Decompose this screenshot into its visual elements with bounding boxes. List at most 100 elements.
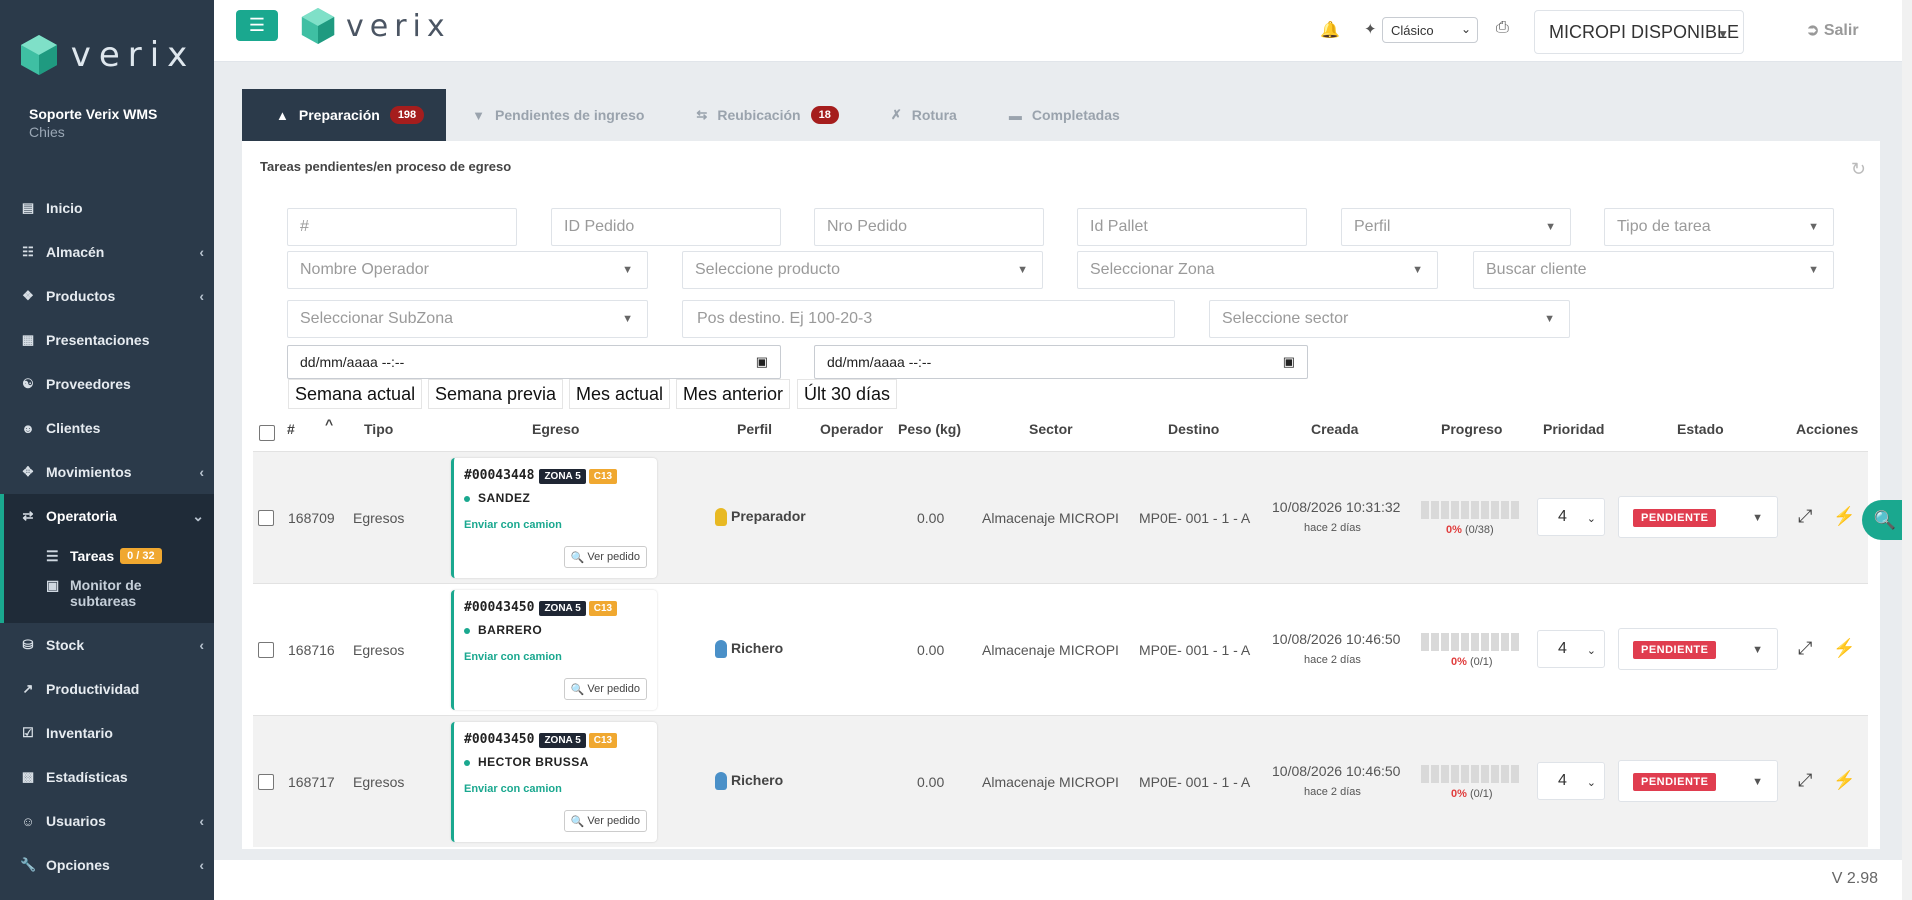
row-checkbox[interactable] [258,774,274,790]
chevron-down-icon: ⌄ [1586,645,1596,657]
theme-select[interactable]: Clásico ⌄ [1382,17,1478,43]
filter-id-pedido-input[interactable]: ID Pedido [551,208,781,246]
row-checkbox[interactable] [258,642,274,658]
table-row[interactable]: 168716 Egresos #00043450 ZONA 5 C13 BARRER… [253,583,1868,715]
filter-zona-select[interactable]: Seleccionar Zona ▼ [1077,251,1438,289]
filter-pos-destino-input[interactable]: Pos destino. Ej 100-20-3 [682,300,1175,338]
ver-pedido-button[interactable]: 🔍 Ver pedido [563,546,647,568]
select-all-checkbox[interactable] [259,425,275,441]
broken-link-icon[interactable]: ⚡ [1833,770,1855,791]
sidebar-submenu-operatoria: ☰ Tareas 0 / 32 ▣ Monitor de subtareas [0,538,214,623]
filter-tipo-tarea-select[interactable]: Tipo de tarea ▼ [1604,208,1834,246]
sidebar-item-stock[interactable]: ⛁ Stock ‹ [0,623,214,667]
table-row[interactable]: 168717 Egresos #00043450 ZONA 5 C13 HECTOR… [253,715,1868,847]
ver-pedido-button[interactable]: 🔍 Ver pedido [563,678,647,700]
tab-pendientes-ingreso[interactable]: ▼ Pendientes de ingreso [446,89,670,141]
col-header-prioridad[interactable]: Prioridad [1543,421,1604,437]
filter-producto-select[interactable]: Seleccione producto ▼ [682,251,1043,289]
col-header-egreso[interactable]: Egreso [532,421,579,437]
sidebar-item-proveedores[interactable]: ☯ Proveedores [0,362,214,406]
calendar-icon[interactable]: ▣ [1283,354,1295,370]
col-header-progreso[interactable]: Progreso [1441,421,1502,437]
quick-semana-actual-button[interactable]: Semana actual [288,379,423,409]
col-header-sector[interactable]: Sector [1029,421,1073,437]
filter-sector-select[interactable]: Seleccione sector ▼ [1209,300,1570,338]
tab-reubicacion[interactable]: ⇆ Reubicación 18 [670,89,864,141]
bell-icon[interactable]: 🔔 [1320,20,1340,40]
broken-link-icon[interactable]: ⚡ [1833,638,1855,659]
row-peso: 0.00 [917,774,945,790]
filter-subzona-select[interactable]: Seleccionar SubZona ▼ [287,300,648,338]
filter-hash-input[interactable]: # [287,208,517,246]
top-logo[interactable]: verix [300,6,451,46]
row-peso: 0.00 [917,510,945,526]
sidebar-item-movimientos[interactable]: ✥ Movimientos ‹ [0,450,214,494]
priority-select[interactable]: 4 ⌄ [1537,630,1605,668]
expand-icon[interactable]: ⤢ [1798,638,1812,659]
col-header-id[interactable]: # [287,421,295,437]
col-header-perfil[interactable]: Perfil [737,421,772,437]
logout-button[interactable]: ➲ Salir [1806,20,1859,40]
estado-select[interactable]: PENDIENTE ▼ [1618,496,1778,538]
tab-completadas[interactable]: ▬ Completadas [983,89,1146,141]
placeholder: Nombre Operador [300,261,429,278]
client-name: HECTOR BRUSSA [478,755,589,769]
sidebar-item-productos[interactable]: ❖ Productos ‹ [0,274,214,318]
filter-id-pallet-input[interactable]: Id Pallet [1077,208,1307,246]
col-header-peso[interactable]: Peso (kg) [898,421,961,437]
progress-percent: 0% [1446,524,1462,536]
col-header-creada[interactable]: Creada [1311,421,1358,437]
refresh-icon[interactable]: ↻ [1851,159,1866,180]
user-info: Soporte Verix WMS Chies [0,106,214,140]
sidebar-item-operatoria[interactable]: ⇄ Operatoria ⌄ [0,494,214,538]
col-header-operador[interactable]: Operador [820,421,883,437]
warehouse-select[interactable]: MICROPI DISPONIBLE ▼ [1534,10,1744,54]
caret-down-icon: ▼ [1545,221,1556,233]
page-scrollbar[interactable] [1902,0,1912,900]
sidebar-item-clientes[interactable]: ☻ Clientes [0,406,214,450]
quick-mes-actual-button[interactable]: Mes actual [569,379,671,409]
sidebar-subitem-tareas[interactable]: ☰ Tareas 0 / 32 [4,542,214,571]
expand-icon[interactable]: ⤢ [1798,506,1812,527]
printer-icon[interactable]: ⎙ [1496,19,1509,37]
sidebar-item-inicio[interactable]: ▤ Inicio [0,186,214,230]
tab-rotura[interactable]: ✗ Rotura [865,89,983,141]
sidebar-subitem-monitor[interactable]: ▣ Monitor de subtareas [4,571,214,615]
filter-cliente-select[interactable]: Buscar cliente ▼ [1473,251,1834,289]
filter-perfil-select[interactable]: Perfil ▼ [1341,208,1571,246]
placeholder: Tipo de tarea [1617,218,1711,235]
filter-date-from[interactable]: dd/mm/aaaa --:-- ▣ [287,345,781,379]
calendar-icon[interactable]: ▣ [756,354,768,370]
filter-operador-select[interactable]: Nombre Operador ▼ [287,251,648,289]
sidebar-item-opciones[interactable]: 🔧 Opciones ‹ [0,843,214,887]
priority-select[interactable]: 4 ⌄ [1537,762,1605,800]
sidebar-item-almacen[interactable]: ☷ Almacén ‹ [0,230,214,274]
sidebar-item-usuarios[interactable]: ☺ Usuarios ‹ [0,799,214,843]
estado-select[interactable]: PENDIENTE ▼ [1618,628,1778,670]
expand-icon[interactable]: ⤢ [1798,770,1812,791]
col-header-tipo[interactable]: Tipo [364,421,393,437]
search-icon: 🔍 [570,683,585,696]
col-header-estado[interactable]: Estado [1677,421,1724,437]
sidebar-item-estadisticas[interactable]: ▩ Estadísticas [0,755,214,799]
quick-semana-previa-button[interactable]: Semana previa [428,379,564,409]
menu-toggle-button[interactable]: ☰ [236,10,278,41]
quick-mes-anterior-button[interactable]: Mes anterior [676,379,791,409]
table-row[interactable]: 168709 Egresos #00043448 ZONA 5 C13 SANDEZ… [253,451,1868,583]
estado-select[interactable]: PENDIENTE ▼ [1618,760,1778,802]
ver-pedido-button[interactable]: 🔍 Ver pedido [563,810,647,832]
filter-nro-pedido-input[interactable]: Nro Pedido [814,208,1044,246]
col-header-destino[interactable]: Destino [1168,421,1219,437]
sidebar-item-inventario[interactable]: ☑ Inventario [0,711,214,755]
sidebar-subitem-label: Monitor de subtareas [70,577,142,609]
priority-select[interactable]: 4 ⌄ [1537,498,1605,536]
sidebar-item-productividad[interactable]: ↗ Productividad [0,667,214,711]
tab-preparacion[interactable]: ▲ Preparación 198 [242,89,447,141]
row-checkbox[interactable] [258,510,274,526]
filter-date-to[interactable]: dd/mm/aaaa --:-- ▣ [814,345,1308,379]
sidebar-logo[interactable]: verix [0,0,214,110]
sidebar-item-presentaciones[interactable]: ▦ Presentaciones [0,318,214,362]
quick-ult-30-dias-button[interactable]: Últ 30 días [797,379,898,409]
sort-up-icon[interactable]: ^ [325,416,333,432]
broken-link-icon[interactable]: ⚡ [1833,506,1855,527]
